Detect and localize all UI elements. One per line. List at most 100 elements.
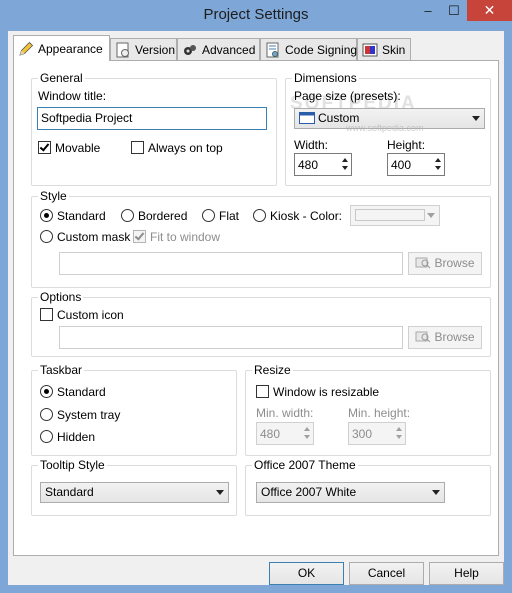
tab-appearance[interactable]: Appearance bbox=[13, 35, 110, 61]
min-width-value: 480 bbox=[260, 427, 281, 441]
fit-to-window-label: Fit to window bbox=[150, 230, 221, 244]
style-standard-radio[interactable] bbox=[40, 209, 53, 222]
general-group: General Window title: Softpedia Project … bbox=[31, 71, 277, 186]
dimensions-legend: Dimensions bbox=[292, 71, 359, 85]
appearance-tab-page: General Window title: Softpedia Project … bbox=[13, 60, 499, 556]
taskbar-system-tray-radio[interactable] bbox=[40, 408, 53, 421]
min-height-value: 300 bbox=[352, 427, 373, 441]
spin-down-icon[interactable] bbox=[303, 433, 312, 443]
custom-mask-label: Custom mask bbox=[57, 230, 131, 244]
always-on-top-checkbox[interactable] bbox=[131, 141, 144, 154]
cancel-button[interactable]: Cancel bbox=[349, 562, 424, 585]
project-settings-window: Project Settings – ☐ ✕ Appearance Versio… bbox=[0, 0, 512, 593]
chevron-down-icon bbox=[432, 490, 440, 495]
browse-label: Browse bbox=[434, 256, 475, 270]
style-bordered-label: Bordered bbox=[138, 209, 188, 223]
mask-browse-button[interactable]: Browse bbox=[408, 252, 482, 275]
certificate-icon bbox=[265, 42, 281, 58]
tab-label: Advanced bbox=[202, 42, 256, 57]
movable-label: Movable bbox=[55, 141, 101, 155]
pencil-icon bbox=[18, 41, 34, 57]
icon-path-input[interactable] bbox=[59, 326, 403, 349]
spin-down-icon[interactable] bbox=[395, 433, 404, 443]
tooltip-style-select[interactable]: Standard bbox=[40, 482, 229, 503]
style-bordered-radio[interactable] bbox=[121, 209, 134, 222]
tab-skin[interactable]: Skin bbox=[357, 38, 411, 60]
fit-to-window-checkbox[interactable] bbox=[133, 230, 146, 243]
style-flat-label: Flat bbox=[219, 209, 240, 223]
window-resizable-checkbox[interactable] bbox=[256, 385, 269, 398]
options-legend: Options bbox=[38, 290, 84, 304]
dialog-client-area: Appearance Version Advanced Code Signing… bbox=[8, 31, 504, 585]
taskbar-standard-radio[interactable] bbox=[40, 385, 53, 398]
window-title-label: Window title: bbox=[38, 89, 107, 103]
maximize-button[interactable]: ☐ bbox=[441, 0, 467, 21]
min-width-label: Min. width: bbox=[256, 406, 314, 420]
window-resizable-label: Window is resizable bbox=[273, 385, 380, 399]
width-stepper[interactable]: 480 bbox=[294, 153, 352, 176]
style-group: Style Standard Bordered Flat Kiosk - Col… bbox=[31, 189, 491, 288]
window-title-input[interactable]: Softpedia Project bbox=[37, 107, 267, 130]
min-height-stepper[interactable]: 300 bbox=[348, 422, 406, 445]
chevron-down-icon bbox=[427, 213, 435, 218]
ok-button[interactable]: OK bbox=[269, 562, 344, 585]
minimize-button[interactable]: – bbox=[415, 0, 441, 21]
magnifier-folder-icon bbox=[415, 254, 431, 270]
chevron-down-icon bbox=[216, 490, 224, 495]
taskbar-system-tray-label: System tray bbox=[57, 408, 121, 422]
style-kiosk-radio[interactable] bbox=[253, 209, 266, 222]
office-theme-value: Office 2007 White bbox=[261, 485, 357, 499]
tab-version[interactable]: Version bbox=[110, 38, 177, 60]
taskbar-hidden-label: Hidden bbox=[57, 430, 96, 444]
office-theme-select[interactable]: Office 2007 White bbox=[256, 482, 445, 503]
tab-label: Appearance bbox=[38, 41, 103, 56]
office-theme-legend: Office 2007 Theme bbox=[252, 458, 358, 472]
tooltip-style-legend: Tooltip Style bbox=[38, 458, 107, 472]
style-standard-label: Standard bbox=[57, 209, 106, 223]
height-stepper[interactable]: 400 bbox=[387, 153, 445, 176]
help-button[interactable]: Help bbox=[429, 562, 504, 585]
spin-down-icon[interactable] bbox=[434, 164, 443, 174]
tab-label: Version bbox=[135, 42, 176, 57]
resize-group: Resize Window is resizable Min. width: 4… bbox=[245, 363, 491, 456]
color-swatch bbox=[355, 209, 425, 221]
gears-icon bbox=[182, 42, 198, 58]
always-on-top-label: Always on top bbox=[148, 141, 223, 155]
dimensions-group: Dimensions SOFTPEDIA Page size (presets)… bbox=[285, 71, 491, 186]
tab-code-signing[interactable]: Code Signing bbox=[260, 38, 357, 60]
resize-legend: Resize bbox=[252, 363, 293, 377]
tab-advanced[interactable]: Advanced bbox=[177, 38, 260, 60]
mask-path-input[interactable] bbox=[59, 252, 403, 275]
skin-icon bbox=[362, 42, 378, 58]
icon-browse-button[interactable]: Browse bbox=[408, 326, 482, 349]
browse-label: Browse bbox=[434, 330, 475, 344]
style-legend: Style bbox=[38, 189, 69, 203]
min-width-stepper[interactable]: 480 bbox=[256, 422, 314, 445]
tab-label: Skin bbox=[382, 42, 406, 57]
custom-icon-label: Custom icon bbox=[57, 308, 124, 322]
taskbar-hidden-radio[interactable] bbox=[40, 430, 53, 443]
general-legend: General bbox=[38, 71, 85, 85]
title-bar[interactable]: Project Settings – ☐ ✕ bbox=[0, 0, 512, 31]
width-label: Width: bbox=[294, 138, 329, 152]
spin-down-icon[interactable] bbox=[341, 164, 350, 174]
height-value: 400 bbox=[391, 158, 412, 172]
page-size-label: Page size (presets): bbox=[294, 89, 401, 103]
kiosk-color-picker[interactable] bbox=[350, 205, 440, 226]
taskbar-standard-label: Standard bbox=[57, 385, 106, 399]
tooltip-style-group: Tooltip Style Standard bbox=[31, 458, 237, 516]
magnifier-folder-icon bbox=[415, 328, 431, 344]
style-flat-radio[interactable] bbox=[202, 209, 215, 222]
movable-checkbox[interactable] bbox=[38, 141, 51, 154]
chevron-down-icon bbox=[472, 116, 480, 121]
version-icon bbox=[115, 42, 131, 58]
close-button[interactable]: ✕ bbox=[467, 0, 512, 21]
taskbar-group: Taskbar Standard System tray Hidden bbox=[31, 363, 237, 456]
min-height-label: Min. height: bbox=[348, 406, 411, 420]
width-value: 480 bbox=[298, 158, 319, 172]
tab-label: Code Signing bbox=[285, 42, 358, 57]
style-custom-mask-radio[interactable] bbox=[40, 230, 53, 243]
custom-icon-checkbox[interactable] bbox=[40, 308, 53, 321]
height-label: Height: bbox=[387, 138, 426, 152]
window-preset-icon bbox=[299, 112, 315, 124]
